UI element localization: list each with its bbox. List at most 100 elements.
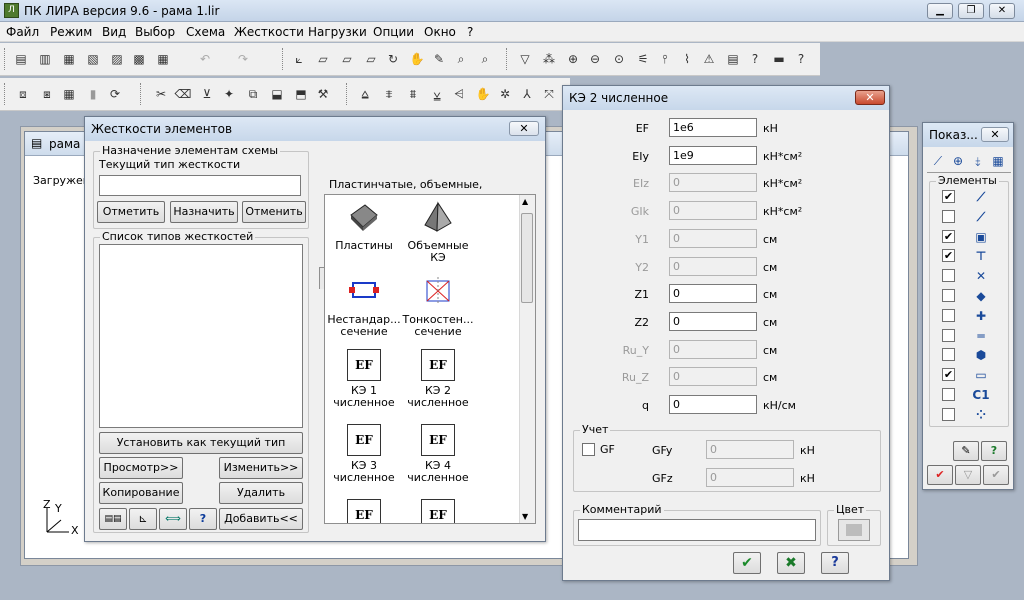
pencil-icon[interactable]: ✎ [430, 50, 448, 68]
gfy-field[interactable]: 0 [706, 440, 794, 459]
menu-options[interactable]: Опции [373, 25, 414, 39]
scroll-down-icon[interactable]: ▼ [522, 512, 528, 521]
hand-icon[interactable]: ✋ [408, 50, 426, 68]
menu-scheme[interactable]: Схема [186, 25, 225, 39]
delete-button[interactable]: Удалить [219, 482, 303, 504]
pencil-button[interactable]: ✎ [953, 441, 979, 461]
filter-icon[interactable]: ▽ [516, 50, 534, 68]
gf-checkbox[interactable] [582, 443, 595, 456]
ke2-row-field[interactable]: 0 [669, 339, 757, 359]
zoom-icon[interactable]: ⌕ [452, 50, 470, 68]
ke2-close-button[interactable]: ✕ [855, 90, 885, 105]
stiffness-close-button[interactable]: ✕ [509, 121, 539, 136]
arrows-icon[interactable]: ⤧ [540, 85, 558, 103]
print-preview-icon[interactable]: ▩ [130, 50, 148, 68]
show-item-checkbox[interactable] [942, 269, 955, 283]
menu-file[interactable]: Файл [6, 25, 39, 39]
rotate-scheme-icon[interactable]: ⟳ [106, 85, 124, 103]
load-icon[interactable]: ⩩ [404, 85, 422, 103]
nodes-icon[interactable]: ⫯ [656, 50, 674, 68]
show-item-checkbox[interactable]: ✔ [942, 368, 955, 382]
show-item-checkbox[interactable] [942, 209, 955, 223]
book-icon[interactable]: ▬ [770, 50, 788, 68]
menu-window[interactable]: Окно [424, 25, 456, 39]
show-item-checkbox[interactable]: ✔ [942, 190, 955, 203]
gfz-field[interactable]: 0 [706, 468, 794, 487]
load-cases-icon[interactable]: ⩣ [428, 85, 446, 103]
palette-item-ke1[interactable]: EF КЭ 1 численное [325, 349, 403, 409]
show-item-checkbox[interactable]: ✔ [942, 249, 955, 263]
stiffness-icon[interactable]: ⬓ [268, 85, 286, 103]
document-icon[interactable]: ▧ [84, 50, 102, 68]
copy-button[interactable]: Копирование [99, 482, 183, 504]
show-nodes-tab-icon[interactable]: ⊕ [949, 153, 967, 169]
minimize-button[interactable]: ▁ [927, 3, 953, 19]
palette-item-ke5[interactable]: EF [325, 499, 403, 523]
menu-stiffness[interactable]: Жесткости [234, 25, 304, 39]
ke2-row-field[interactable]: 1e9 [669, 145, 757, 165]
view-button[interactable]: Просмотр>> [99, 457, 183, 479]
toolbar-grip[interactable] [506, 48, 509, 70]
save-icon[interactable]: ▨ [108, 50, 126, 68]
find-icon[interactable]: ⊙ [610, 50, 628, 68]
brush-icon[interactable]: ⌇ [678, 50, 696, 68]
palette-item-plates[interactable]: Пластины [325, 201, 403, 252]
open-file-icon[interactable]: ▥ [36, 50, 54, 68]
show-item-checkbox[interactable] [942, 308, 955, 322]
ke2-row-field[interactable]: 0 [669, 284, 757, 304]
panel-help-button[interactable]: ? [981, 441, 1007, 461]
palette-item-solid[interactable]: Объемные КЭ [399, 201, 477, 264]
ke2-row-field[interactable]: 0 [669, 173, 757, 193]
palette-item-ke3[interactable]: EF КЭ 3 численное [325, 424, 403, 484]
ke2-row-field[interactable]: 0 [669, 311, 757, 331]
menu-help[interactable]: ? [467, 25, 473, 39]
apply-button[interactable]: ✔ [927, 465, 953, 485]
truss-icon[interactable]: ⧆ [38, 85, 56, 103]
section-icon[interactable]: ⊾ [129, 508, 157, 530]
show-loads-tab-icon[interactable]: ⤈ [969, 153, 987, 169]
xz-plane-icon[interactable]: ▱ [314, 50, 332, 68]
add-button[interactable]: Добавить<< [219, 508, 303, 530]
show-results-tab-icon[interactable]: ▦ [989, 153, 1007, 169]
zoom-window-icon[interactable]: ⌕ [476, 50, 494, 68]
local-axes-icon[interactable]: ⅄ [518, 85, 536, 103]
toolbar-grip[interactable] [282, 48, 285, 70]
cancel-button[interactable]: ✖ [777, 552, 805, 574]
filter-button[interactable]: ▽ [955, 465, 981, 485]
show-item-checkbox[interactable] [942, 328, 955, 342]
palette-item-thinwall[interactable]: Тонкостен... сечение [399, 275, 477, 338]
scroll-thumb[interactable] [521, 213, 533, 303]
help-button[interactable]: ? [821, 552, 849, 574]
toolbar-grip[interactable] [140, 83, 143, 105]
yz-plane-icon[interactable]: ▱ [362, 50, 380, 68]
rotate-icon[interactable]: ↻ [384, 50, 402, 68]
delete-nodes-icon[interactable]: ⌫ [174, 85, 192, 103]
show-item-checkbox[interactable]: ✔ [942, 229, 955, 243]
menu-mode[interactable]: Режим [50, 25, 92, 39]
check-button[interactable]: ✔ [983, 465, 1009, 485]
close-app-button[interactable]: ✕ [989, 3, 1015, 19]
redo-icon[interactable]: ↷ [234, 50, 252, 68]
show-item-checkbox[interactable] [942, 348, 955, 362]
change-button[interactable]: Изменить>> [219, 457, 303, 479]
tool-icon[interactable]: ⚒ [314, 85, 332, 103]
coupling-icon[interactable]: ✲ [496, 85, 514, 103]
context-help-icon[interactable]: ? [746, 50, 764, 68]
axes-icon[interactable]: ⟀ [290, 50, 308, 68]
mark-button[interactable]: Отметить [97, 201, 165, 223]
color-button[interactable] [838, 519, 870, 541]
dynamic-load-icon[interactable]: ⩤ [450, 85, 468, 103]
ke2-row-field[interactable]: 0 [669, 367, 757, 387]
show-elements-tab-icon[interactable]: ⟋ [929, 153, 947, 169]
set-current-button[interactable]: Установить как текущий тип [99, 432, 303, 454]
menu-loads[interactable]: Нагрузки [308, 25, 367, 39]
hinges-icon[interactable]: ✦ [220, 85, 238, 103]
pressure-icon[interactable]: ✋ [474, 85, 492, 103]
ke2-row-field[interactable]: 0 [669, 395, 757, 414]
new-file-icon[interactable]: ▤ [12, 50, 30, 68]
cancel-assign-button[interactable]: Отменить [242, 201, 306, 223]
toolbar-grip[interactable] [346, 83, 349, 105]
menu-view[interactable]: Вид [102, 25, 126, 39]
supports-icon[interactable]: ⊻ [198, 85, 216, 103]
select-nodes-icon[interactable]: ⁂ [540, 50, 558, 68]
